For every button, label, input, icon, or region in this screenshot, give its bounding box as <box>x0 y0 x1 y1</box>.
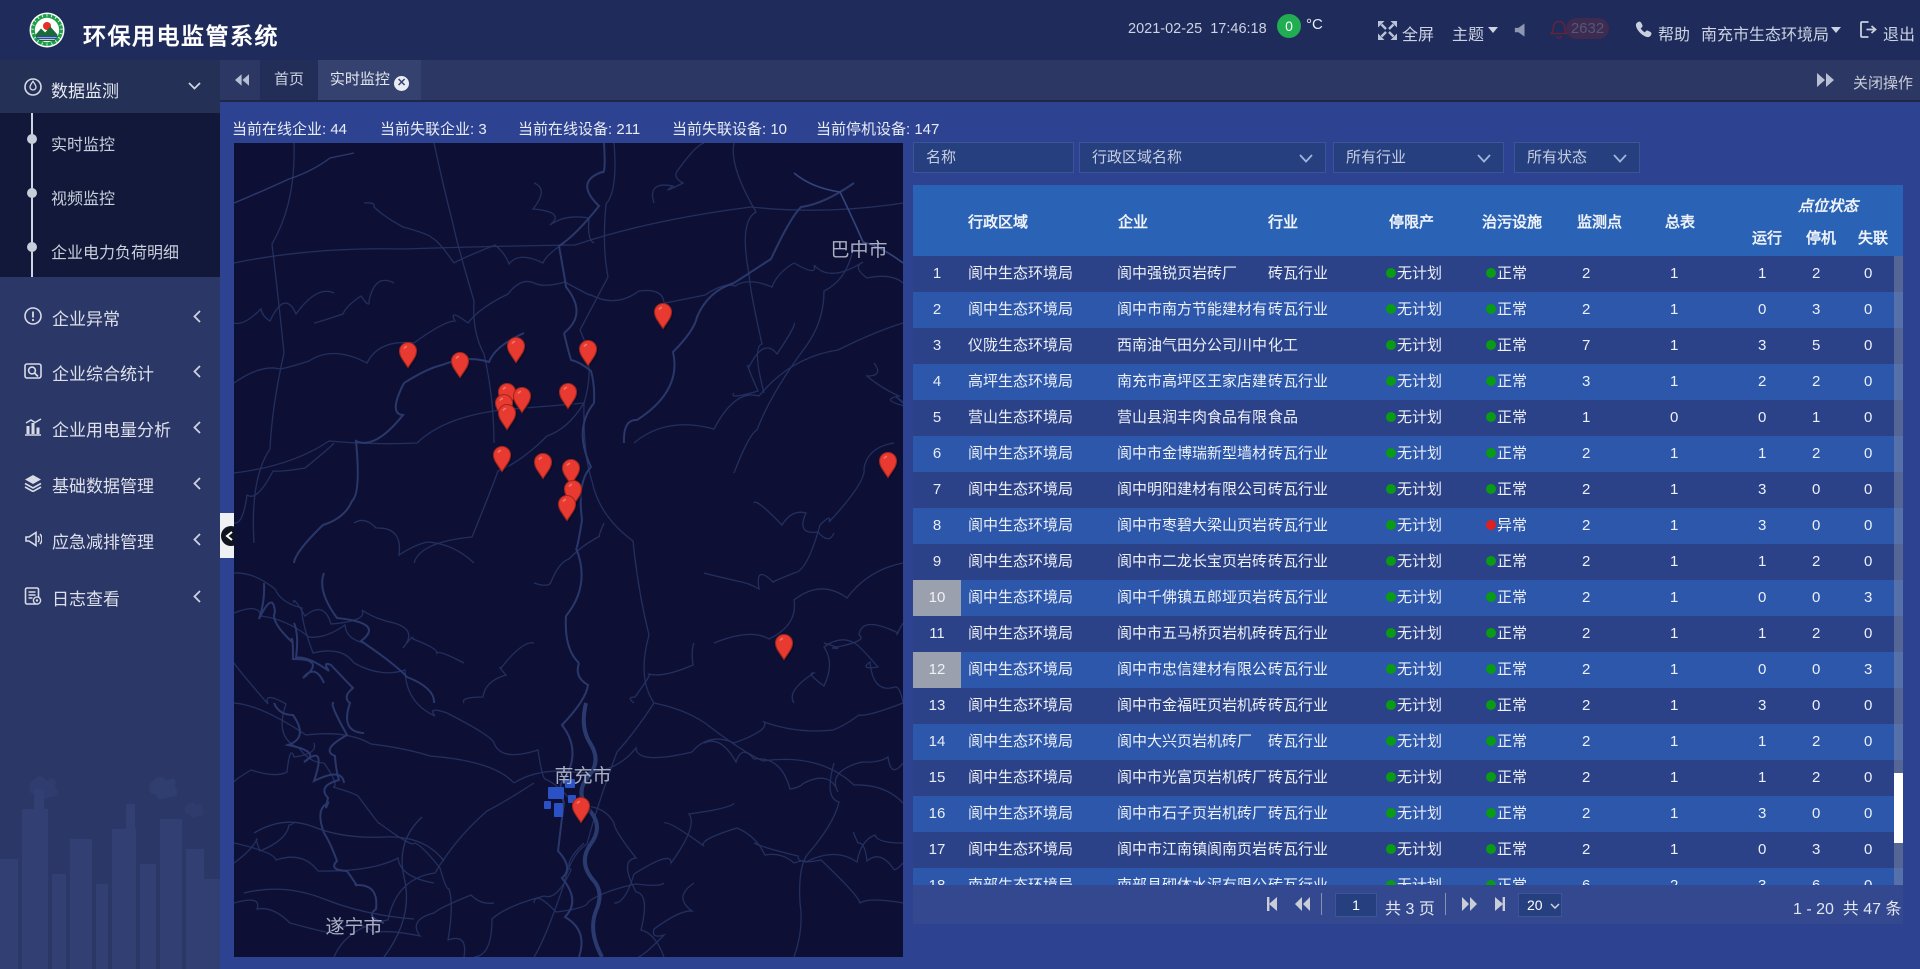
svg-text:南充市: 南充市 <box>554 765 611 787</box>
svg-text:巴中市: 巴中市 <box>830 239 887 261</box>
svg-text:遂宁市: 遂宁市 <box>325 916 382 938</box>
